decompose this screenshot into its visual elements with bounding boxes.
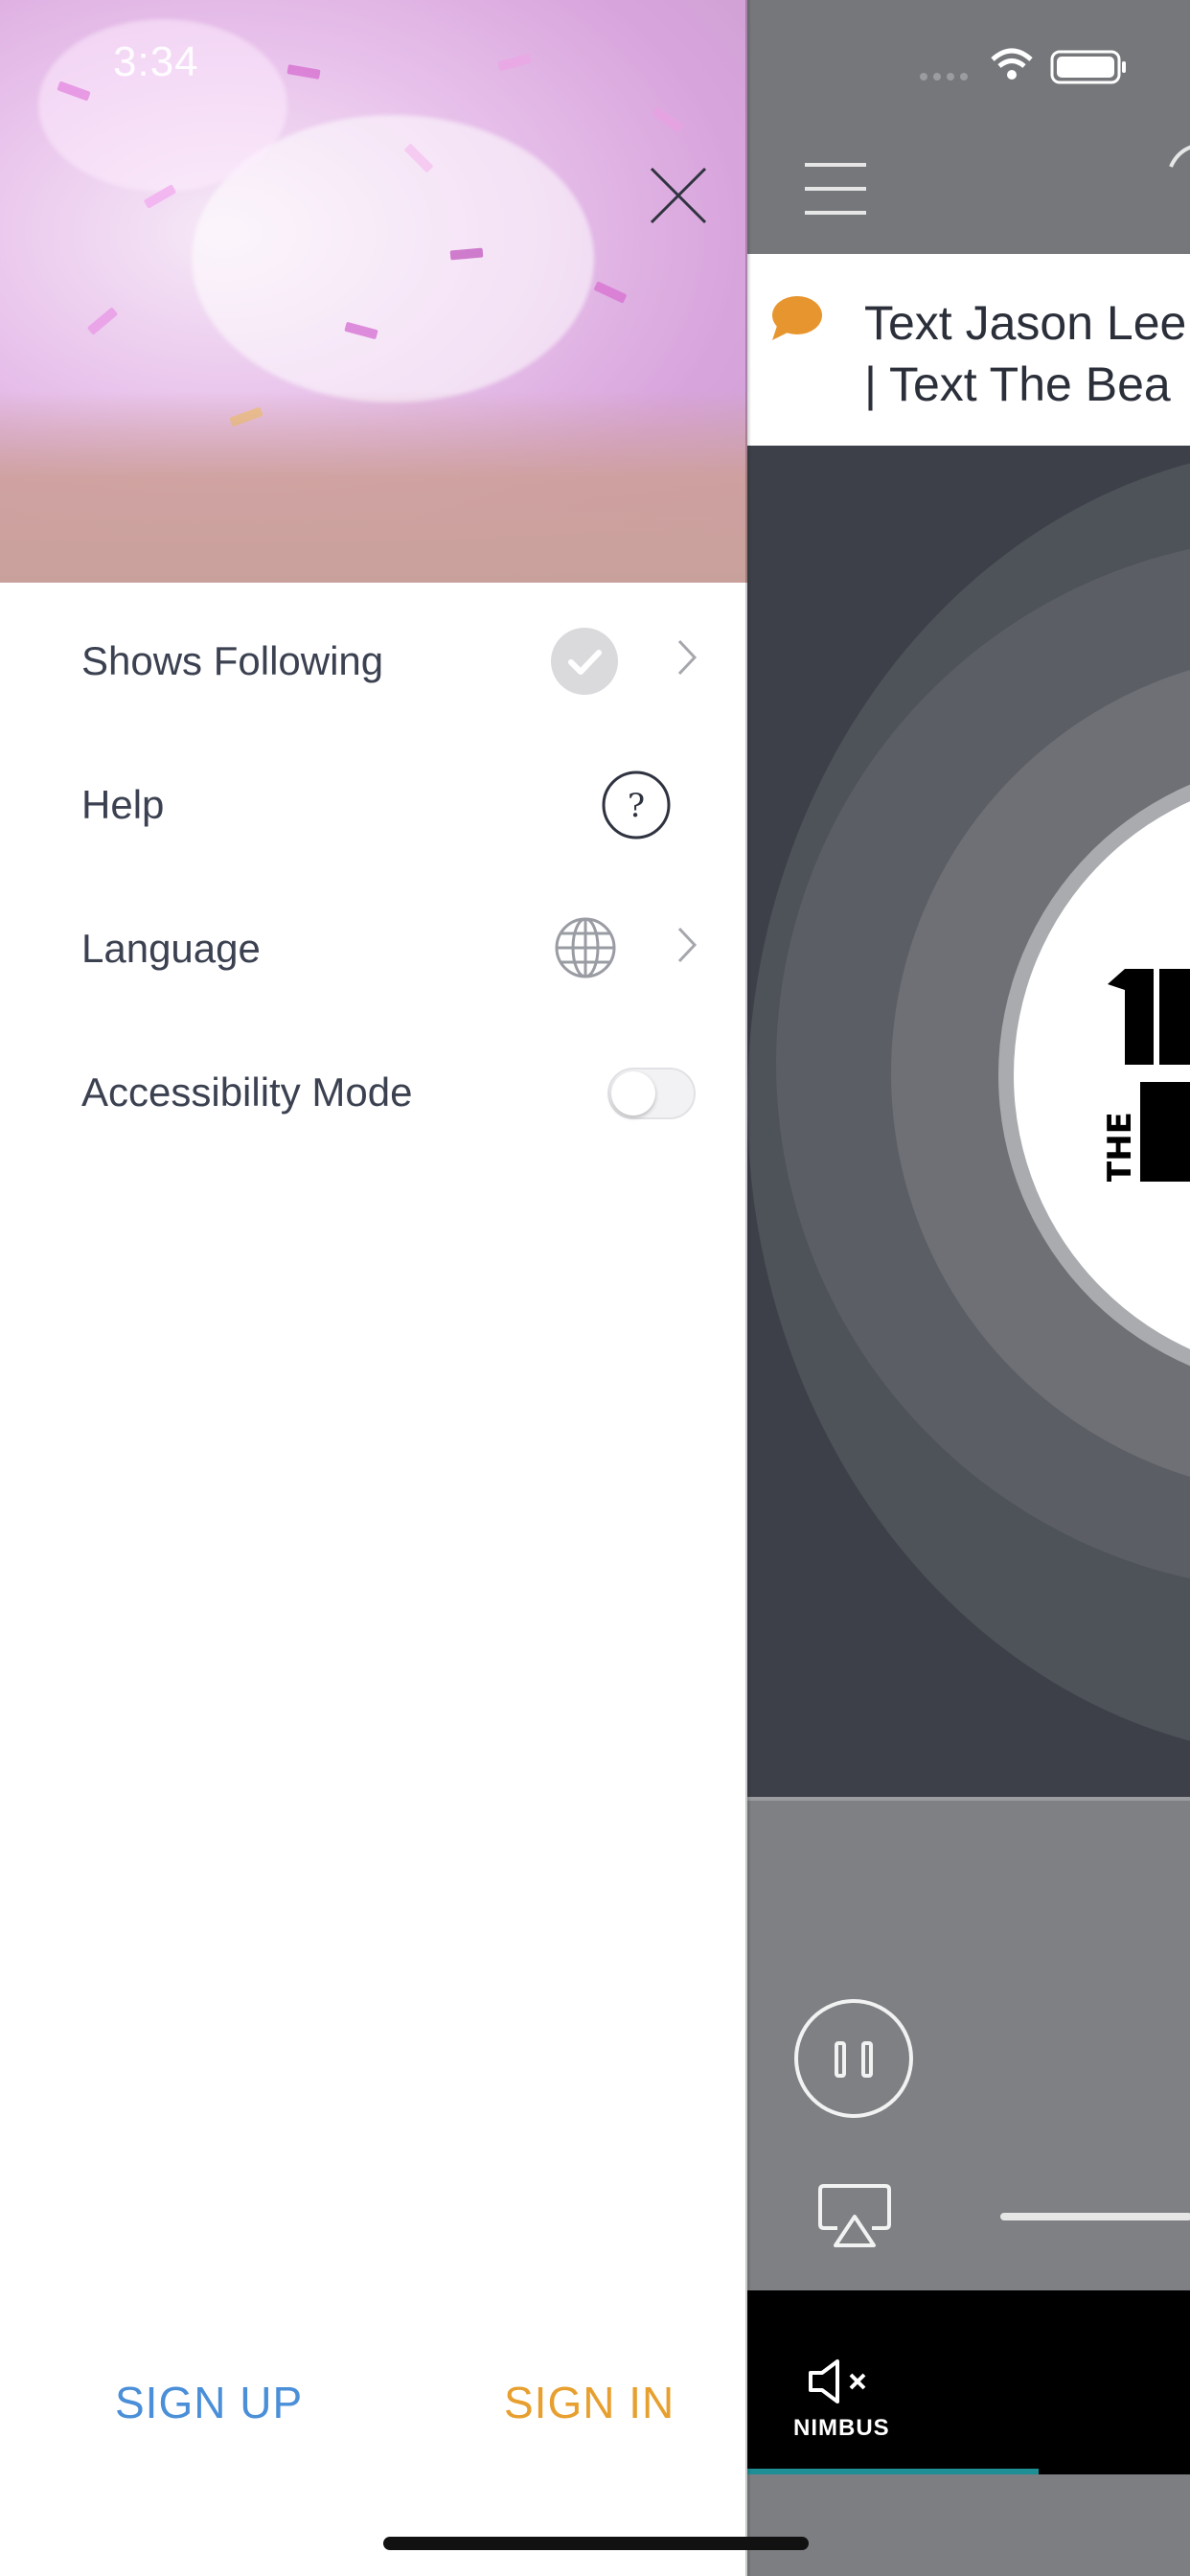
check-circle-icon — [551, 628, 618, 695]
svg-text:THE: THE — [1102, 1112, 1139, 1182]
svg-text:?: ? — [628, 787, 645, 825]
status-icons — [920, 48, 1126, 84]
accessibility-toggle[interactable] — [607, 1068, 696, 1119]
station-artwork: THE — [747, 446, 1190, 1797]
bottom-tab-bar: NIMBUS — [747, 2290, 1190, 2474]
main-app: Text Jason Lee | Text The Bea THE NIMBUS — [747, 0, 1190, 2576]
globe-icon — [555, 917, 616, 978]
airplay-icon[interactable] — [816, 2182, 893, 2249]
home-indicator — [383, 2537, 809, 2550]
close-icon[interactable] — [648, 165, 709, 226]
banner-line-1: Text Jason Lee — [864, 296, 1187, 350]
tab-nimbus-label[interactable]: NIMBUS — [793, 2415, 890, 2442]
status-time: 3:34 — [113, 38, 199, 85]
menu-item-shows-following[interactable]: Shows Following — [0, 592, 747, 736]
pause-button[interactable] — [794, 1999, 913, 2118]
speaker-muted-icon — [809, 2359, 866, 2404]
toggle-knob — [611, 1071, 655, 1116]
chat-bubble-icon — [772, 296, 822, 340]
sign-up-button[interactable]: SIGN UP — [115, 2377, 303, 2428]
volume-slider[interactable] — [1000, 2213, 1190, 2220]
menu-item-accessibility-mode: Accessibility Mode — [0, 1024, 747, 1167]
app-header — [747, 0, 1190, 254]
banner-line-2: | Text The Bea — [864, 357, 1171, 411]
text-line-banner[interactable]: Text Jason Lee | Text The Bea — [747, 254, 1190, 446]
player-controls — [747, 1797, 1190, 2290]
menu-item-help[interactable]: Help ? — [0, 736, 747, 880]
menu-item-label: Language — [81, 926, 261, 971]
question-circle-icon: ? — [602, 770, 671, 840]
sign-in-button[interactable]: SIGN IN — [504, 2377, 675, 2428]
hero-image — [0, 0, 747, 583]
hamburger-menu-icon[interactable] — [805, 163, 866, 215]
chevron-right-icon — [677, 639, 698, 676]
menu-item-label: Shows Following — [81, 638, 384, 683]
banner-text: Text Jason Lee | Text The Bea — [864, 292, 1186, 415]
menu-item-label: Help — [81, 782, 165, 827]
station-logo: THE — [1102, 969, 1190, 1182]
app-footer — [747, 2474, 1190, 2576]
menu-item-language[interactable]: Language — [0, 880, 747, 1024]
drawer-shadow — [745, 0, 751, 2576]
header-edge-icon — [1169, 145, 1190, 168]
chevron-right-icon — [677, 927, 698, 963]
menu-item-label: Accessibility Mode — [81, 1070, 413, 1115]
side-drawer: 3:34 Shows Following Help ? Language Acc… — [0, 0, 747, 2576]
